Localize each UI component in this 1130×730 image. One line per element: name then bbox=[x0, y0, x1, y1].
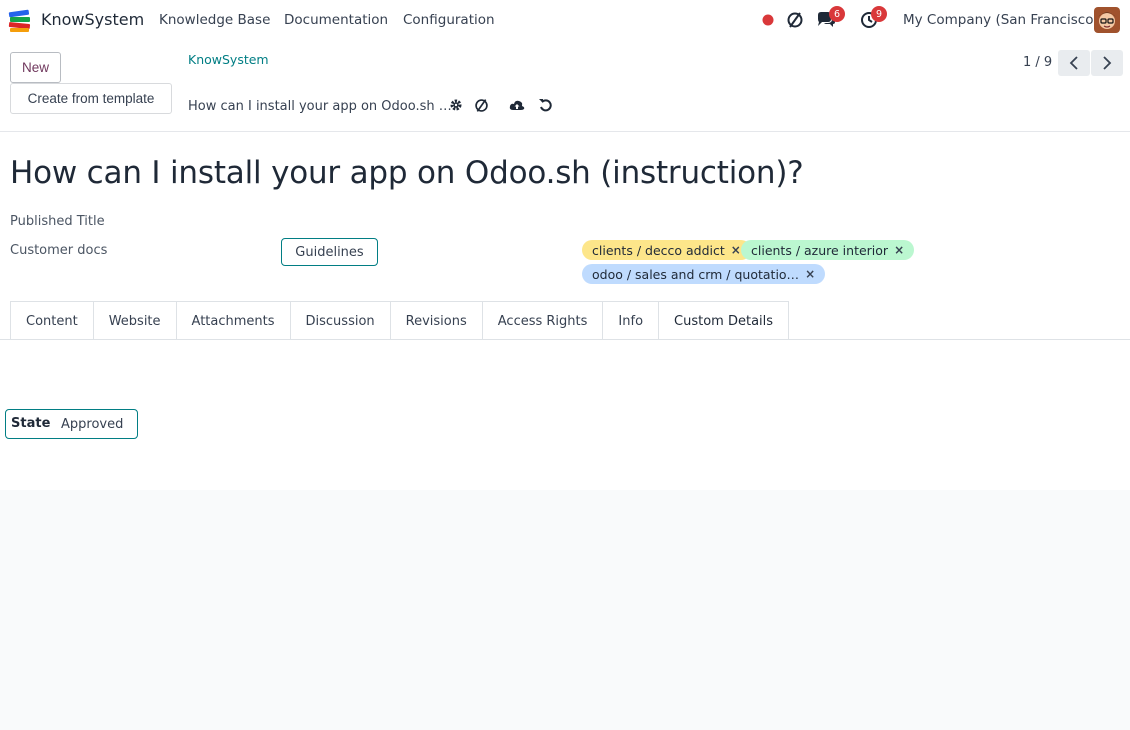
studio-icon[interactable] bbox=[785, 10, 805, 30]
section-field[interactable]: Customer docs bbox=[10, 243, 107, 258]
tabs-divider bbox=[0, 339, 1130, 340]
tag-remove-icon[interactable]: × bbox=[805, 267, 815, 281]
record-title-breadcrumb: How can I install your app on Odoo.sh … bbox=[188, 99, 452, 114]
published-title-label: Published Title bbox=[10, 214, 105, 229]
breadcrumb[interactable]: KnowSystem bbox=[188, 52, 269, 67]
chevron-right-icon bbox=[1103, 56, 1112, 70]
new-button[interactable]: New bbox=[10, 52, 61, 83]
top-navbar: KnowSystem Knowledge Base Documentation … bbox=[0, 0, 1130, 40]
messages-icon[interactable]: 6 bbox=[815, 6, 845, 30]
article-type-field[interactable]: Guidelines bbox=[281, 238, 378, 266]
tag-chip[interactable]: odoo / sales and crm / quotatio… × bbox=[582, 264, 826, 284]
tab-revisions[interactable]: Revisions bbox=[389, 301, 483, 340]
activities-count-badge: 9 bbox=[871, 6, 887, 22]
messages-count-badge: 6 bbox=[829, 6, 845, 22]
menu-documentation[interactable]: Documentation bbox=[284, 12, 388, 28]
tag-chip[interactable]: clients / decco addict × bbox=[582, 240, 751, 260]
cloud-upload-icon[interactable] bbox=[509, 97, 525, 113]
pager-next-button[interactable] bbox=[1091, 50, 1123, 76]
state-field[interactable]: State Approved bbox=[5, 409, 138, 439]
menu-knowledge-base[interactable]: Knowledge Base bbox=[159, 12, 270, 28]
tag-remove-icon[interactable]: × bbox=[894, 243, 904, 257]
books-stack-icon[interactable] bbox=[7, 8, 33, 34]
tab-attachments[interactable]: Attachments bbox=[175, 301, 291, 340]
studio-icon[interactable] bbox=[473, 97, 489, 113]
company-switcher[interactable]: My Company (San Francisco) bbox=[903, 12, 1099, 28]
gear-icon[interactable] bbox=[448, 97, 464, 113]
control-panel: New Create from template KnowSystem How … bbox=[0, 40, 1130, 132]
tag-remove-icon[interactable]: × bbox=[731, 243, 741, 257]
tag-chip[interactable]: clients / azure interior × bbox=[741, 240, 915, 260]
page-title[interactable]: How can I install your app on Odoo.sh (i… bbox=[10, 155, 804, 191]
tab-content[interactable]: Content bbox=[10, 301, 94, 340]
tag-label: odoo / sales and crm / quotatio… bbox=[592, 266, 800, 282]
notebook-tabs: Content Website Attachments Discussion R… bbox=[10, 301, 790, 340]
state-label: State bbox=[11, 416, 51, 431]
state-value[interactable]: Approved bbox=[61, 417, 123, 432]
tab-info[interactable]: Info bbox=[602, 301, 660, 340]
tab-discussion[interactable]: Discussion bbox=[289, 301, 391, 340]
tab-custom-details[interactable]: Custom Details bbox=[658, 301, 790, 340]
activities-clock-icon[interactable]: 9 bbox=[859, 6, 887, 30]
tag-label: clients / azure interior bbox=[751, 242, 889, 258]
tag-label: clients / decco addict bbox=[592, 242, 725, 258]
discard-undo-icon[interactable] bbox=[537, 97, 553, 113]
pager-previous-button[interactable] bbox=[1058, 50, 1090, 76]
chevron-left-icon bbox=[1069, 56, 1078, 70]
user-avatar[interactable] bbox=[1094, 7, 1120, 33]
create-from-template-button[interactable]: Create from template bbox=[10, 83, 172, 114]
app-name[interactable]: KnowSystem bbox=[41, 10, 144, 29]
recording-dot-icon[interactable] bbox=[761, 10, 775, 30]
form-view: New Create from template KnowSystem How … bbox=[0, 40, 1130, 490]
pager-value[interactable]: 1 / 9 bbox=[1023, 55, 1052, 70]
tab-website[interactable]: Website bbox=[92, 301, 177, 340]
menu-configuration[interactable]: Configuration bbox=[403, 12, 495, 28]
tab-access-rights[interactable]: Access Rights bbox=[481, 301, 604, 340]
